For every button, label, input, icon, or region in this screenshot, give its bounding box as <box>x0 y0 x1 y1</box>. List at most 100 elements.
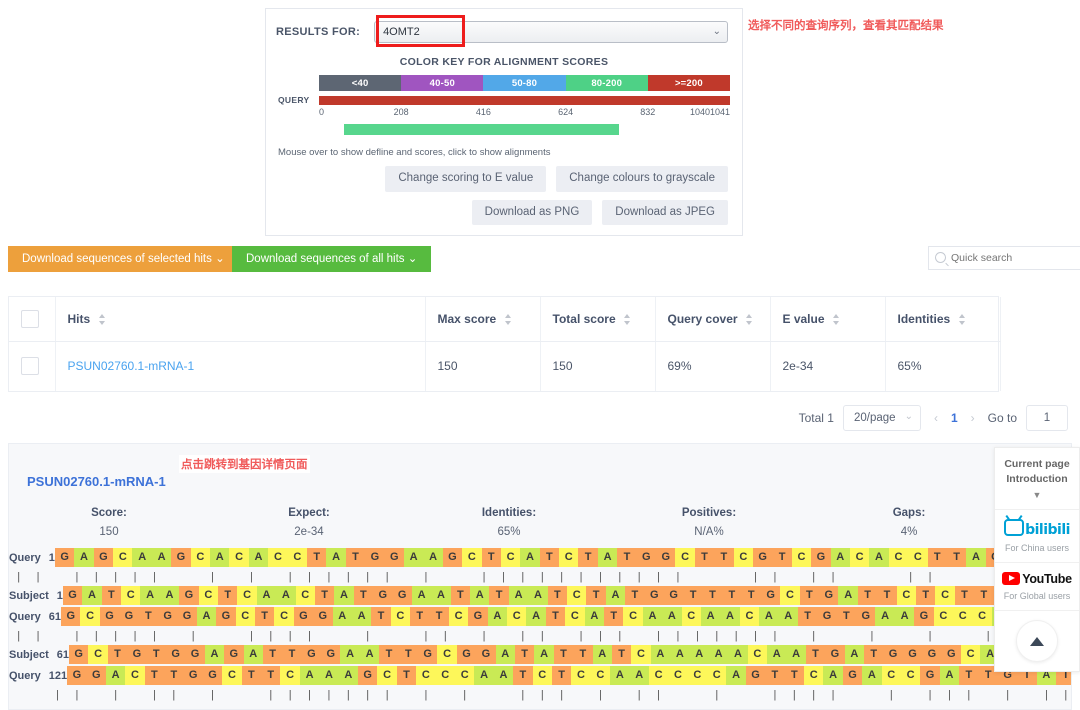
base-cell: C <box>280 666 300 685</box>
match-mark: | <box>579 629 583 642</box>
download-selected-hits-button[interactable]: Download sequences of selected hits ⌄ <box>8 246 239 272</box>
base-cell: C <box>953 607 973 626</box>
sort-icon[interactable] <box>745 314 753 326</box>
download-all-hits-button[interactable]: Download sequences of all hits ⌄ <box>232 246 432 272</box>
bilibili-section[interactable]: bilibili For China users <box>995 510 1079 563</box>
header-e-value-label: E value <box>782 311 825 326</box>
page-size-select[interactable]: 20/page <box>842 405 921 431</box>
base-cell: G <box>61 607 81 626</box>
bilibili-subtitle: For China users <box>1004 543 1070 553</box>
base-cell: C <box>437 645 457 664</box>
cell-hit-name: PSUN02760.1-mRNA-1 <box>55 341 426 391</box>
stat-positives-value: N/A% <box>694 526 724 538</box>
base-cell: G <box>663 586 684 605</box>
change-scoring-button[interactable]: Change scoring to E value <box>385 166 547 192</box>
bilibili-tv-icon <box>1004 519 1025 536</box>
back-to-top-button[interactable] <box>1016 620 1058 662</box>
select-all-header <box>9 297 56 342</box>
match-mark: | <box>75 629 79 642</box>
match-mark: | <box>385 688 389 701</box>
base-cell: A <box>823 666 843 685</box>
base-cell: G <box>392 586 412 605</box>
match-mark: | <box>75 570 79 583</box>
current-page-intro-section[interactable]: Current page Introduction ▼ <box>995 448 1079 510</box>
header-query-cover[interactable]: Query cover <box>655 297 771 342</box>
match-mark: | <box>928 688 932 701</box>
stat-gaps-key: Gaps: <box>892 507 926 519</box>
match-mark <box>397 627 416 645</box>
page-number-1[interactable]: 1 <box>951 411 958 425</box>
match-mark <box>48 568 67 586</box>
match-mark: | <box>773 629 777 642</box>
match-mark: | <box>521 688 525 701</box>
base-cell: T <box>262 645 283 664</box>
query-bar-label: QUERY <box>278 95 310 105</box>
header-total-score[interactable]: Total score <box>540 297 656 342</box>
alignment-hit-title[interactable]: PSUN02760.1-mRNA-1 <box>27 474 166 489</box>
select-all-checkbox[interactable] <box>21 309 39 328</box>
base-cell: A <box>728 645 748 664</box>
base-cell: T <box>625 586 645 605</box>
quick-search-input[interactable] <box>928 246 1080 270</box>
hit-alignment-bar[interactable] <box>343 124 620 135</box>
base-cell: A <box>423 548 443 567</box>
row-checkbox[interactable] <box>21 357 39 376</box>
match-mark: | <box>889 688 893 701</box>
change-colours-button[interactable]: Change colours to grayscale <box>556 166 728 192</box>
match-mark <box>184 568 203 586</box>
base-cell: C <box>454 666 475 685</box>
query-line: Query 1 G A G C A A G C A C A C C T A T G G A A G C T C A T C T A T G G C T… <box>9 548 1071 567</box>
base-cell: T <box>379 645 399 664</box>
base-cell: C <box>222 666 242 685</box>
base-cell: C <box>229 548 249 567</box>
goto-page-input[interactable] <box>1026 405 1068 431</box>
prev-page-button[interactable]: ‹ <box>930 411 942 425</box>
sort-icon[interactable] <box>504 314 512 326</box>
base-cell: A <box>670 645 690 664</box>
sort-icon[interactable] <box>958 314 966 326</box>
match-mark: | <box>133 629 137 642</box>
sort-icon[interactable] <box>832 314 840 326</box>
base-cell: T <box>314 586 335 605</box>
youtube-section[interactable]: YouTube For Global users <box>995 563 1079 611</box>
base-cell: A <box>508 586 529 605</box>
header-identities[interactable]: Identities <box>885 297 1001 342</box>
hit-bars-row <box>319 124 730 135</box>
download-png-button[interactable]: Download as PNG <box>471 199 593 225</box>
base-cell: A <box>862 666 882 685</box>
bilibili-logo: bilibili <box>999 519 1075 538</box>
match-mark: | <box>75 688 79 701</box>
match-mark: | <box>269 688 273 701</box>
base-cell: C <box>623 607 643 626</box>
match-mark: | <box>695 629 699 642</box>
query-sequence-select[interactable]: 4OMT2 <box>374 21 728 43</box>
match-mark: | <box>909 570 913 583</box>
match-mark: | <box>94 570 98 583</box>
match-mark: | <box>676 570 680 583</box>
cell-total-score: 150 <box>540 341 656 391</box>
match-mark: | <box>424 688 428 701</box>
match-mark: | <box>211 688 215 701</box>
match-mark <box>87 686 106 704</box>
total-count-label: Total 1 <box>798 411 834 425</box>
base-cell: G <box>119 607 139 626</box>
chevron-down-icon[interactable]: ▼ <box>999 490 1075 500</box>
next-page-button[interactable]: › <box>967 411 979 425</box>
base-cell: G <box>752 548 773 567</box>
base-cell: C <box>559 548 579 567</box>
goto-label: Go to <box>987 411 1017 425</box>
base-cell: C <box>668 666 688 685</box>
sort-icon[interactable] <box>623 314 631 326</box>
header-max-score[interactable]: Max score <box>425 297 541 342</box>
match-mark: | <box>521 570 525 583</box>
base-cell: G <box>922 645 942 664</box>
sort-icon[interactable] <box>98 314 106 326</box>
stat-score: Score: 150 <box>9 507 209 538</box>
hit-link[interactable]: PSUN02760.1-mRNA-1 <box>68 359 195 373</box>
header-e-value[interactable]: E value <box>770 297 886 342</box>
base-cell: A <box>256 586 277 605</box>
header-hits[interactable]: Hits <box>55 297 426 342</box>
base-cell: T <box>857 586 878 605</box>
base-cell: T <box>107 645 128 664</box>
download-jpeg-button[interactable]: Download as JPEG <box>602 199 728 225</box>
